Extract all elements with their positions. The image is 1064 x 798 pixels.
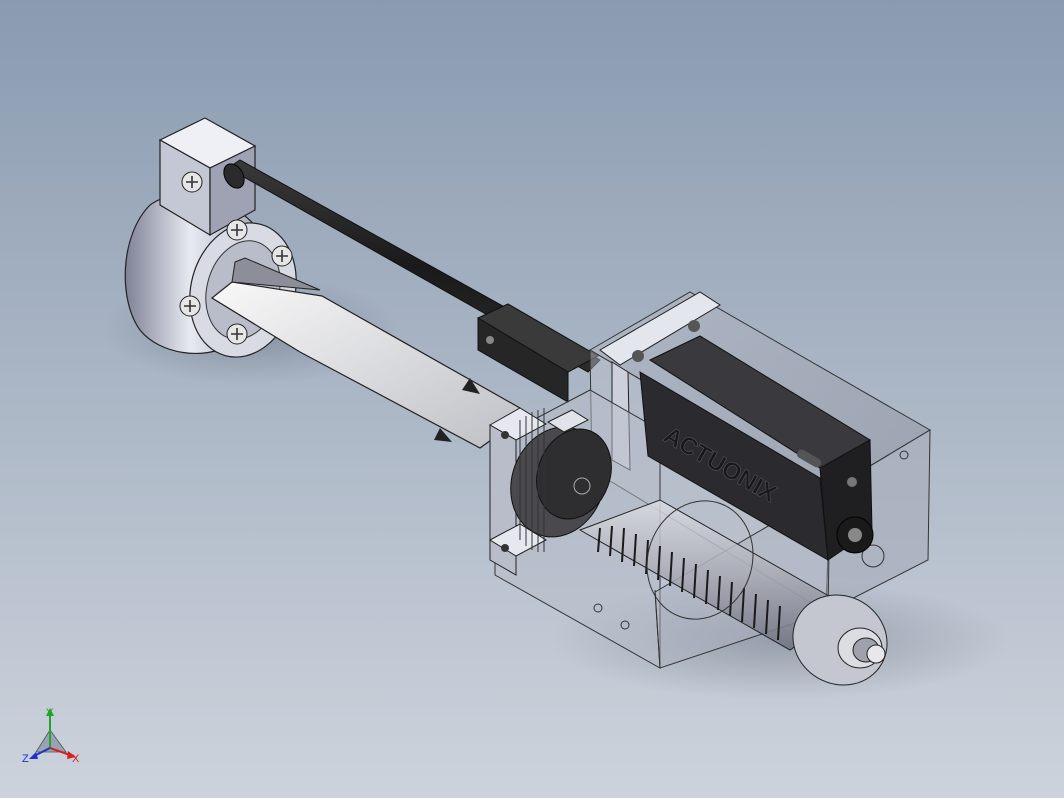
screw-icon bbox=[226, 219, 248, 241]
screw-icon bbox=[271, 245, 293, 267]
cad-viewport[interactable]: ACTUONIX Y X Z bbox=[0, 0, 1064, 798]
triad-y-label: Y bbox=[46, 707, 54, 719]
screw-icon bbox=[179, 295, 201, 317]
triad-x-label: X bbox=[72, 753, 80, 765]
model-canvas[interactable]: ACTUONIX Y X Z bbox=[0, 0, 1064, 798]
triad-z-label: Z bbox=[22, 753, 29, 765]
screw-icon bbox=[226, 323, 248, 345]
screw-icon bbox=[181, 171, 203, 193]
